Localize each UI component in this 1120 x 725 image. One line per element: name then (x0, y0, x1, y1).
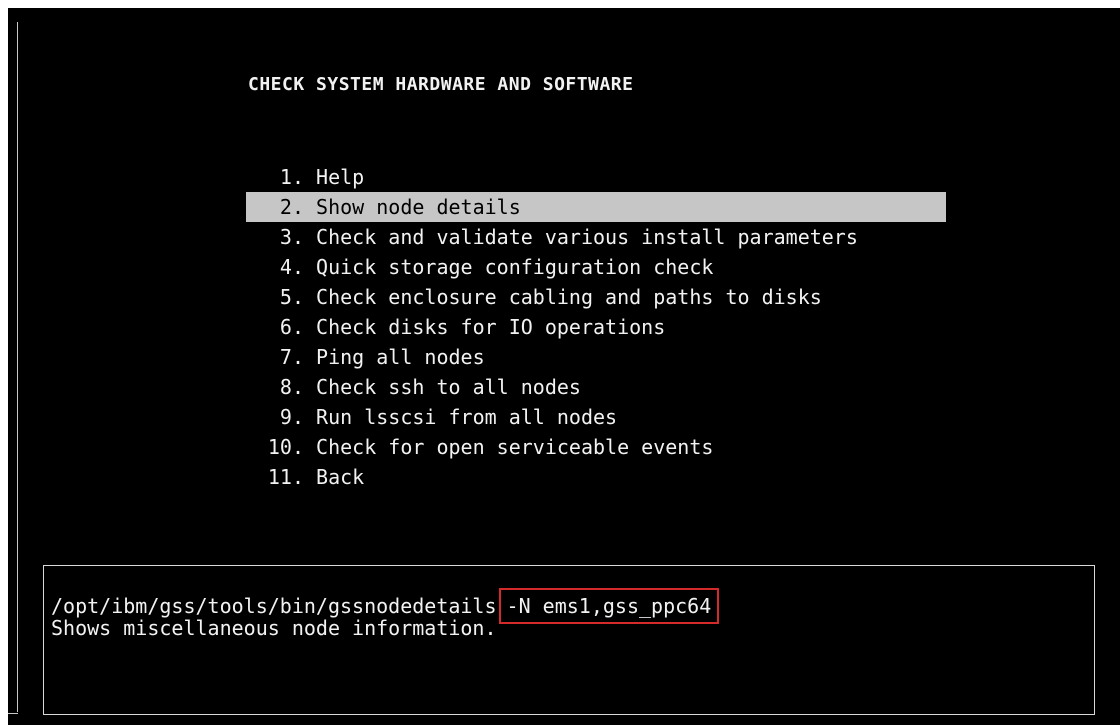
menu-item-number: 9. (279, 405, 304, 429)
menu-item-number: 5. (279, 285, 304, 309)
command-summary: Shows miscellaneous node information. (51, 616, 497, 640)
menu-item-5[interactable]: 5. Check enclosure cabling and paths to … (246, 282, 946, 312)
menu-item-number: 2. (279, 195, 304, 219)
menu-item-number: 7. (279, 345, 304, 369)
menu-item-label: Show node details (316, 195, 521, 219)
menu-title: CHECK SYSTEM HARDWARE AND SOFTWARE (248, 74, 634, 95)
menu-item-6[interactable]: 6. Check disks for IO operations (246, 312, 946, 342)
menu-item-2[interactable]: 2. Show node details (246, 192, 946, 222)
description-box: /opt/ibm/gss/tools/bin/gssnodedetails -N … (43, 565, 1095, 715)
menu-item-number: 3. (279, 225, 304, 249)
menu-item-label: Quick storage configuration check (316, 255, 714, 279)
menu-item-label: Check and validate various install param… (316, 225, 858, 249)
menu-item-label: Ping all nodes (316, 345, 485, 369)
menu-item-label: Check ssh to all nodes (316, 375, 581, 399)
menu-item-label: Check disks for IO operations (316, 315, 666, 339)
menu-item-number: 1. (279, 165, 304, 189)
menu-item-11[interactable]: 11. Back (246, 462, 946, 492)
menu-item-4[interactable]: 4. Quick storage configuration check (246, 252, 946, 282)
menu-item-3[interactable]: 3. Check and validate various install pa… (246, 222, 946, 252)
frame-border-left (17, 22, 18, 712)
menu-item-8[interactable]: 8. Check ssh to all nodes (246, 372, 946, 402)
menu-item-number: 8. (279, 375, 304, 399)
menu-item-label: Check for open serviceable events (316, 435, 714, 459)
menu-item-number: 6. (279, 315, 304, 339)
menu-list: 1. Help 2. Show node details 3. Check and … (246, 162, 946, 492)
menu-item-label: Run lsscsi from all nodes (316, 405, 618, 429)
command-args-highlight: -N ems1,gss_ppc64 (498, 588, 720, 624)
menu-item-number: 4. (279, 255, 304, 279)
menu-item-number: 10. (267, 435, 304, 459)
menu-item-1[interactable]: 1. Help (246, 162, 946, 192)
menu-item-label: Back (316, 465, 365, 489)
menu-item-10[interactable]: 10. Check for open serviceable events (246, 432, 946, 462)
menu-item-label: Check enclosure cabling and paths to dis… (316, 285, 822, 309)
menu-item-7[interactable]: 7. Ping all nodes (246, 342, 946, 372)
frame-border-corner (8, 713, 18, 714)
menu-item-label: Help (316, 165, 365, 189)
menu-item-9[interactable]: 9. Run lsscsi from all nodes (246, 402, 946, 432)
menu-item-number: 11. (267, 465, 304, 489)
terminal-window: CHECK SYSTEM HARDWARE AND SOFTWARE 1. He… (8, 8, 1120, 725)
